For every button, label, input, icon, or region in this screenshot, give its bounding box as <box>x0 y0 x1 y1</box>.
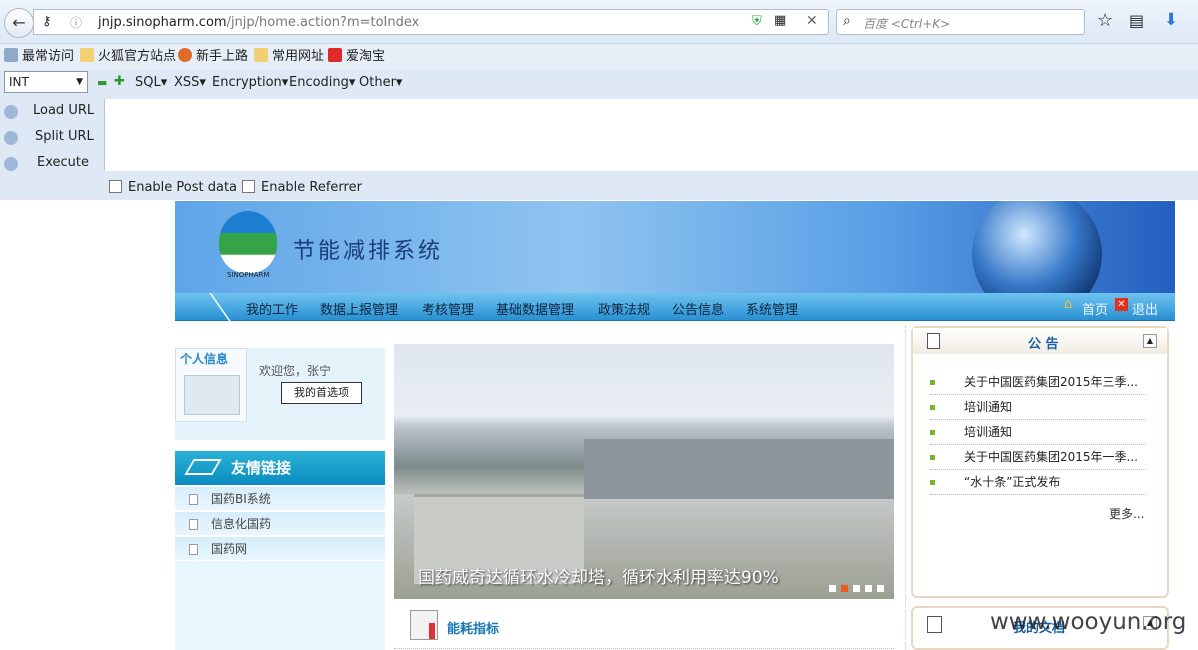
bookmark-aitaobao[interactable]: 爱淘宝 <box>328 47 385 67</box>
hackbar-textarea[interactable] <box>104 99 1198 171</box>
links-footer <box>175 561 385 650</box>
url-text[interactable]: jnjp.sinopharm.com/jnjp/home.action?m=to… <box>98 15 419 30</box>
address-bar[interactable]: ⚷ ⓘ jnjp.sinopharm.com/jnjp/home.action?… <box>33 9 829 35</box>
reading-list-icon[interactable]: ▤ <box>1129 11 1144 30</box>
document-icon <box>189 544 198 555</box>
bookmark-common-sites[interactable]: 常用网址 <box>254 47 324 67</box>
bookmark-firefox-sites[interactable]: 火狐官方站点 <box>80 47 176 67</box>
clear-url-icon[interactable]: ✕ <box>806 13 818 29</box>
search-bar[interactable]: ⌕ 百度 <Ctrl+K> <box>836 9 1085 35</box>
other-menu[interactable]: Other▾ <box>359 75 402 90</box>
logo-text: SINOPHARM <box>227 271 270 279</box>
energy-chart-icon <box>410 610 438 640</box>
qr-code-icon[interactable]: ▦ <box>774 13 786 28</box>
more-link[interactable]: 更多... <box>1109 505 1144 522</box>
scissors-icon <box>4 131 18 145</box>
logout-link[interactable]: 退出 <box>1132 299 1158 318</box>
slideshow-caption: 国药威奇达循环水冷却塔，循环水利用率达90% <box>418 568 779 588</box>
nav-arrow-icon <box>181 293 231 321</box>
slideshow-image[interactable] <box>394 344 894 599</box>
link-item-bi[interactable]: 国药BI系统 <box>175 487 385 511</box>
bullet-icon <box>930 455 935 460</box>
bullet-icon <box>930 480 935 485</box>
type-select[interactable]: INT <box>4 71 88 93</box>
bookmark-most-visited[interactable]: 最常访问 <box>4 47 74 67</box>
notepad-icon <box>927 333 940 349</box>
main-nav: 我的工作 数据上报管理 考核管理 基础数据管理 政策法规 公告信息 系统管理 ⌂… <box>175 293 1175 321</box>
minus-icon[interactable]: ▬ <box>97 76 107 89</box>
divider <box>394 648 894 649</box>
bookmark-star-icon[interactable]: ☆ <box>1097 10 1113 31</box>
document-icon <box>189 494 198 505</box>
watermark: www.wooyun.org <box>990 609 1187 635</box>
logout-icon: ✕ <box>1115 298 1128 311</box>
download-icon[interactable]: ⬇ <box>1164 10 1178 30</box>
bullet-icon <box>930 380 935 385</box>
bookmark-getting-started[interactable]: 新手上路 <box>178 47 248 67</box>
links-icon <box>184 459 222 475</box>
globe-image <box>972 201 1102 293</box>
play-icon <box>4 157 18 171</box>
back-button[interactable]: ← <box>4 8 34 38</box>
profile-header: 个人信息 <box>180 352 229 366</box>
search-icon: ⌕ <box>843 13 851 29</box>
notice-item[interactable]: 培训通知 <box>930 395 1146 420</box>
notice-item[interactable]: 培训通知 <box>930 420 1146 445</box>
plus-icon[interactable]: ✚ <box>114 74 125 89</box>
nav-my-work[interactable]: 我的工作 <box>246 299 298 318</box>
load-url-icon <box>4 105 18 119</box>
slide-dot[interactable] <box>865 585 872 592</box>
enable-referrer-checkbox[interactable]: Enable Referrer <box>242 180 362 195</box>
bullet-icon <box>930 405 935 410</box>
slide-dot[interactable] <box>877 585 884 592</box>
enable-post-checkbox[interactable]: Enable Post data <box>109 180 237 195</box>
nav-base-data[interactable]: 基础数据管理 <box>496 299 574 318</box>
slide-dot[interactable] <box>853 585 860 592</box>
home-link[interactable]: 首页 <box>1082 299 1108 318</box>
key-icon: ⚷ <box>42 14 52 29</box>
search-placeholder: 百度 <Ctrl+K> <box>863 17 951 31</box>
document-icon <box>189 519 198 530</box>
links-header: 友情链接 <box>175 451 385 485</box>
nav-assessment[interactable]: 考核管理 <box>422 299 474 318</box>
link-item-info[interactable]: 信息化国药 <box>175 512 385 536</box>
bullet-icon <box>930 430 935 435</box>
welcome-text: 欢迎您，张宁 <box>259 364 332 378</box>
sql-menu[interactable]: SQL▾ <box>135 75 167 90</box>
xss-menu[interactable]: XSS▾ <box>174 75 206 90</box>
preferences-button[interactable]: 我的首选项 <box>281 382 362 404</box>
notice-item[interactable]: “水十条”正式发布 <box>930 470 1146 495</box>
links-title: 友情链接 <box>231 459 292 477</box>
nav-policy[interactable]: 政策法规 <box>598 299 650 318</box>
notice-item[interactable]: 关于中国医药集团2015年三季... <box>930 370 1146 395</box>
home-icon: ⌂ <box>1064 297 1073 312</box>
link-item-site[interactable]: 国药网 <box>175 537 385 561</box>
encryption-menu[interactable]: Encryption▾ <box>212 75 288 90</box>
notice-title: 公 告 <box>1028 337 1059 352</box>
site-title: 节能减排系统 <box>293 239 444 264</box>
energy-title[interactable]: 能耗指标 <box>447 618 499 637</box>
preferences-label: 我的首选项 <box>294 386 349 399</box>
notice-item[interactable]: 关于中国医药集团2015年一季... <box>930 445 1146 470</box>
slide-dot[interactable] <box>829 585 836 592</box>
id-card-icon <box>184 375 240 415</box>
encoding-menu[interactable]: Encoding▾ <box>289 75 355 90</box>
shield-icon: ⛨ <box>752 14 762 29</box>
slide-dot-active[interactable] <box>841 585 848 592</box>
nav-announcements[interactable]: 公告信息 <box>672 299 724 318</box>
nav-data-report[interactable]: 数据上报管理 <box>320 299 398 318</box>
column-divider <box>905 326 906 650</box>
sinopharm-logo <box>219 211 277 273</box>
collapse-icon[interactable]: ▲ <box>1143 334 1157 348</box>
nav-system[interactable]: 系统管理 <box>746 299 798 318</box>
info-icon[interactable]: ⓘ <box>70 14 82 31</box>
factory-image <box>584 439 894 499</box>
notepad-icon <box>927 616 942 633</box>
site-banner: SINOPHARM 节能减排系统 <box>175 201 1175 293</box>
